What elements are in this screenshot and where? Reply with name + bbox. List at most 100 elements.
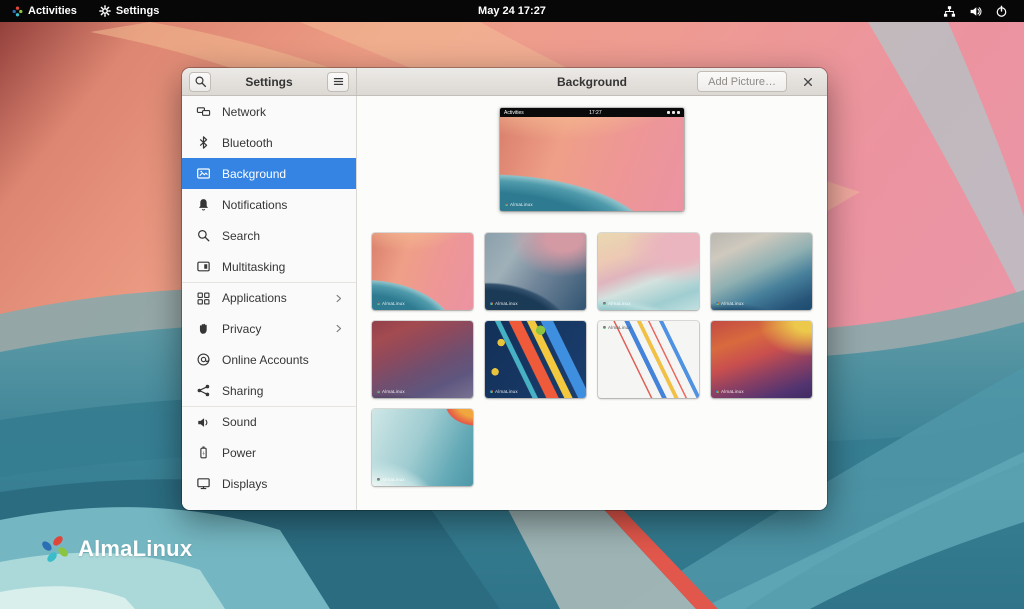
sidebar-item-label: Displays xyxy=(222,477,344,491)
add-picture-button[interactable]: Add Picture… xyxy=(697,71,787,92)
activities-label: Activities xyxy=(28,5,77,17)
watermark-logo-icon xyxy=(603,326,606,329)
close-icon xyxy=(802,76,814,88)
window-body: Network Bluetooth Background xyxy=(182,96,827,510)
sidebar-item-notifications[interactable]: Notifications xyxy=(182,189,356,220)
monitor-icon xyxy=(196,476,211,491)
preview-clock-label: 17:27 xyxy=(589,110,602,116)
watermark: AlmaLinux xyxy=(490,301,518,306)
wallpaper-thumbnail[interactable]: AlmaLinux xyxy=(372,409,473,486)
watermark-logo-icon xyxy=(505,203,508,206)
sidebar-item-multitasking[interactable]: Multitasking xyxy=(182,251,356,282)
wallpaper-thumbnail[interactable]: AlmaLinux xyxy=(598,233,699,310)
sidebar-item-label: Applications xyxy=(222,291,322,305)
wallpaper-thumbnail[interactable]: AlmaLinux xyxy=(711,233,812,310)
hamburger-menu-icon xyxy=(332,75,345,88)
focused-app-menu[interactable]: Settings xyxy=(99,5,159,17)
background-panel: Activities 17:27 AlmaLinux AlmaLinux Alm… xyxy=(357,96,827,510)
wallpaper-thumbnail[interactable]: AlmaLinux xyxy=(372,321,473,398)
sidebar-item-power[interactable]: Power xyxy=(182,437,356,468)
sidebar-item-applications[interactable]: Applications xyxy=(182,282,356,313)
sidebar-item-network[interactable]: Network xyxy=(182,96,356,127)
wallpaper-thumbnail[interactable]: AlmaLinux xyxy=(372,233,473,310)
almalinux-brand: AlmaLinux xyxy=(40,534,192,564)
sidebar-item-label: Bluetooth xyxy=(222,136,344,150)
battery-icon xyxy=(196,445,211,460)
sidebar-item-label: Search xyxy=(222,229,344,243)
watermark-logo-icon xyxy=(490,390,493,393)
primary-menu-button[interactable] xyxy=(327,72,349,92)
bell-icon xyxy=(196,197,211,212)
network-icon xyxy=(943,5,956,18)
sidebar-item-label: Online Accounts xyxy=(222,353,344,367)
wallpaper-thumbnail[interactable]: AlmaLinux xyxy=(711,321,812,398)
sidebar-item-background[interactable]: Background xyxy=(182,158,356,189)
top-bar: Activities Settings May 24 17:27 xyxy=(0,0,1024,22)
watermark-logo-icon xyxy=(490,302,493,305)
sidebar-item-label: Multitasking xyxy=(222,260,344,274)
search-icon xyxy=(194,75,207,88)
chevron-right-icon xyxy=(333,323,344,334)
search-icon xyxy=(196,228,211,243)
sidebar-item-label: Network xyxy=(222,105,344,119)
sidebar-item-label: Power xyxy=(222,446,344,460)
almalinux-logo-icon xyxy=(40,534,70,564)
watermark: AlmaLinux xyxy=(377,301,405,306)
network-icon xyxy=(196,104,211,119)
power-icon xyxy=(995,5,1008,18)
hand-icon xyxy=(196,321,211,336)
sidebar-headerbar: Settings xyxy=(182,68,357,95)
content-headerbar: Background Add Picture… xyxy=(357,68,827,95)
wallpaper-thumbnail[interactable]: AlmaLinux xyxy=(485,233,586,310)
wallpaper-icon xyxy=(196,166,211,181)
at-icon xyxy=(196,352,211,367)
focused-app-label: Settings xyxy=(116,5,159,17)
share-icon xyxy=(196,383,211,398)
watermark: AlmaLinux xyxy=(603,325,631,330)
system-status-area[interactable] xyxy=(943,5,1024,18)
settings-sidebar: Network Bluetooth Background xyxy=(182,96,357,510)
watermark: AlmaLinux xyxy=(603,301,631,306)
watermark-logo-icon xyxy=(716,302,719,305)
sidebar-item-label: Sharing xyxy=(222,384,344,398)
sidebar-item-displays[interactable]: Displays xyxy=(182,468,356,499)
watermark-logo-icon xyxy=(716,390,719,393)
watermark: AlmaLinux xyxy=(716,301,744,306)
preview-activities-label: Activities xyxy=(504,110,524,116)
sidebar-item-online-accounts[interactable]: Online Accounts xyxy=(182,344,356,375)
sidebar-item-label: Privacy xyxy=(222,322,322,336)
preview-mini-topbar: Activities 17:27 xyxy=(500,108,684,117)
watermark-logo-icon xyxy=(377,478,380,481)
preview-status-icons xyxy=(667,111,680,114)
multitasking-icon xyxy=(196,259,211,274)
settings-window: Settings Background Add Picture… xyxy=(182,68,827,510)
sidebar-item-label: Background xyxy=(222,167,344,181)
sidebar-item-sound[interactable]: Sound xyxy=(182,406,356,437)
sidebar-item-search[interactable]: Search xyxy=(182,220,356,251)
wallpaper-thumbnail[interactable]: AlmaLinux xyxy=(485,321,586,398)
clock-label[interactable]: May 24 17:27 xyxy=(478,5,546,17)
speaker-icon xyxy=(196,415,211,430)
preview-wallpaper-image: AlmaLinux xyxy=(500,117,684,211)
watermark: AlmaLinux xyxy=(490,389,518,394)
watermark-logo-icon xyxy=(377,390,380,393)
sidebar-item-sharing[interactable]: Sharing xyxy=(182,375,356,406)
gear-icon xyxy=(99,5,111,17)
window-headerbar: Settings Background Add Picture… xyxy=(182,68,827,96)
search-button[interactable] xyxy=(189,72,211,92)
chevron-right-icon xyxy=(333,293,344,304)
bluetooth-icon xyxy=(196,135,211,150)
close-window-button[interactable] xyxy=(799,73,817,91)
wallpaper-grid: AlmaLinux AlmaLinux AlmaLinux AlmaLinux … xyxy=(372,233,812,486)
watermark: AlmaLinux xyxy=(377,389,405,394)
current-background-preview[interactable]: Activities 17:27 AlmaLinux xyxy=(500,108,684,211)
sidebar-item-privacy[interactable]: Privacy xyxy=(182,313,356,344)
watermark-logo-icon xyxy=(603,302,606,305)
sidebar-item-bluetooth[interactable]: Bluetooth xyxy=(182,127,356,158)
wallpaper-thumbnail[interactable]: AlmaLinux xyxy=(598,321,699,398)
window-title: Settings xyxy=(211,75,327,89)
watermark-logo-icon xyxy=(377,302,380,305)
sidebar-item-label: Sound xyxy=(222,415,344,429)
sidebar-item-label: Notifications xyxy=(222,198,344,212)
activities-button[interactable]: Activities xyxy=(12,5,77,17)
